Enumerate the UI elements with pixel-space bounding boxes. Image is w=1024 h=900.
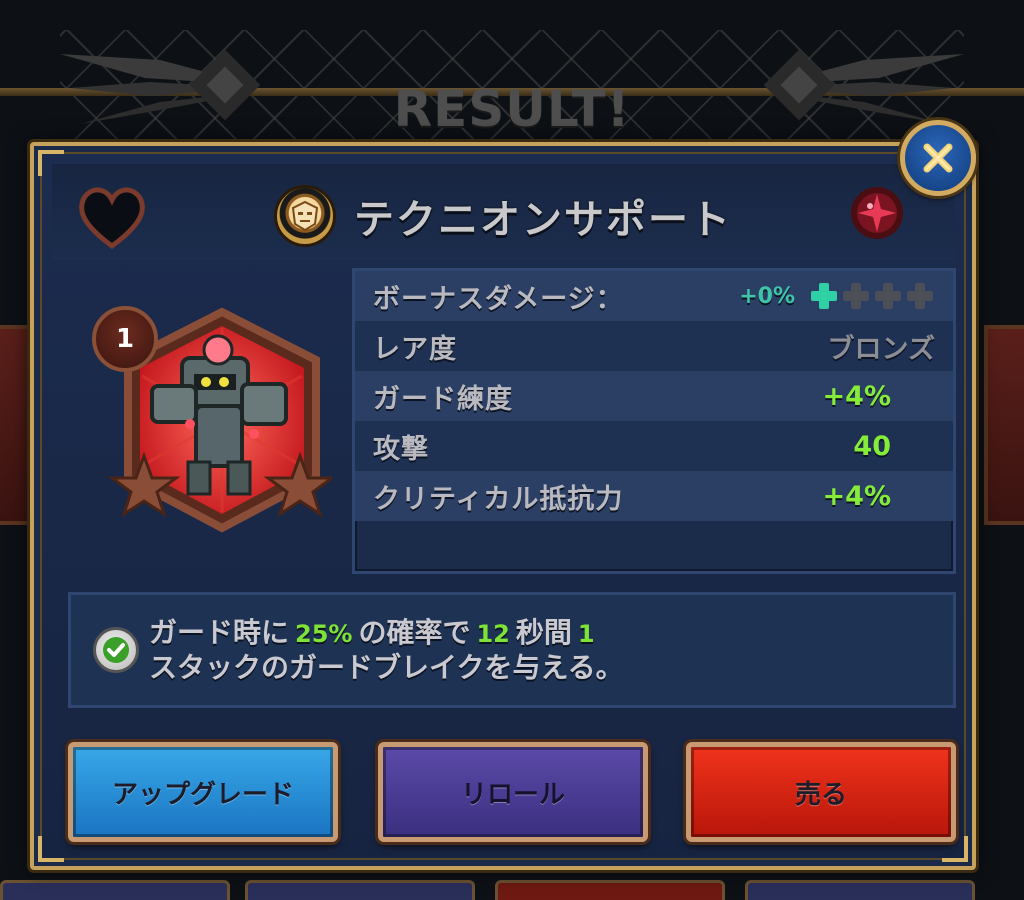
background-card-right [984, 325, 1024, 525]
background-tab [0, 880, 230, 900]
stat-row-attack: 攻撃 40 [355, 421, 953, 471]
plus-icon [873, 281, 903, 311]
check-icon [93, 627, 139, 673]
background-tab [245, 880, 475, 900]
plus-icon [905, 281, 935, 311]
stat-label: ボーナスダメージ： [373, 283, 624, 315]
stat-value: +4% [822, 480, 891, 512]
level-badge: 1 [92, 306, 158, 372]
title-row: テクニオンサポート [52, 185, 954, 247]
skill-description-box: ガード時に 25% の確率で 12 秒間 1 スタックのガードブレイクを与える。 [68, 592, 956, 708]
bonus-damage-value: +0% [739, 283, 795, 309]
title-band: テクニオンサポート [52, 164, 954, 260]
stat-value: +4% [822, 380, 891, 412]
stat-value: ブロンズ [827, 333, 935, 365]
skill-text: ガード時に 25% の確率で 12 秒間 1 スタックのガードブレイクを与える。 [149, 616, 624, 685]
hero-card: 1 [92, 306, 332, 546]
background-tab [745, 880, 975, 900]
stat-row-bonus-damage: ボーナスダメージ： +0% [355, 271, 953, 321]
item-detail-panel: テクニオンサポート 1 ボーナスダメージ： +0% レア度 ブロンズ ガード練度… [30, 120, 976, 870]
stat-label: 攻撃 [373, 433, 429, 465]
upgrade-button[interactable]: アップグレード [68, 742, 338, 842]
upgrade-pips [809, 281, 935, 311]
plus-icon [809, 281, 839, 311]
mask-emblem-icon [274, 185, 336, 247]
stat-row-guard-mastery: ガード練度 +4% [355, 371, 953, 421]
stats-table: ボーナスダメージ： +0% レア度 ブロンズ ガード練度 +4% 攻撃 40 ク… [352, 268, 956, 574]
plus-icon [841, 281, 871, 311]
stat-label: クリティカル抵抗力 [373, 483, 624, 515]
skill-chance: 25% [295, 619, 353, 648]
skill-line-1: ガード時に 25% の確率で 12 秒間 1 [149, 615, 595, 649]
stat-label: ガード練度 [373, 383, 513, 415]
stat-row-rarity: レア度 ブロンズ [355, 321, 953, 371]
sell-button[interactable]: 売る [686, 742, 956, 842]
result-title: RESULT! [393, 80, 631, 138]
close-button[interactable] [900, 120, 976, 196]
red-gem-icon [851, 187, 903, 239]
skill-seconds: 12 [476, 619, 510, 648]
card-title: テクニオンサポート [354, 197, 732, 243]
background-tab [495, 880, 725, 900]
stat-label: レア度 [373, 333, 457, 365]
skill-line-2: スタックのガードブレイクを与える。 [149, 650, 624, 684]
skill-stacks: 1 [577, 619, 595, 648]
stat-value: 40 [853, 430, 891, 462]
stat-row-crit-resist: クリティカル抵抗力 +4% [355, 471, 953, 521]
reroll-button[interactable]: リロール [378, 742, 648, 842]
panel-inner-frame: テクニオンサポート 1 ボーナスダメージ： +0% レア度 ブロンズ ガード練度… [38, 150, 968, 862]
close-x-icon [923, 143, 953, 173]
